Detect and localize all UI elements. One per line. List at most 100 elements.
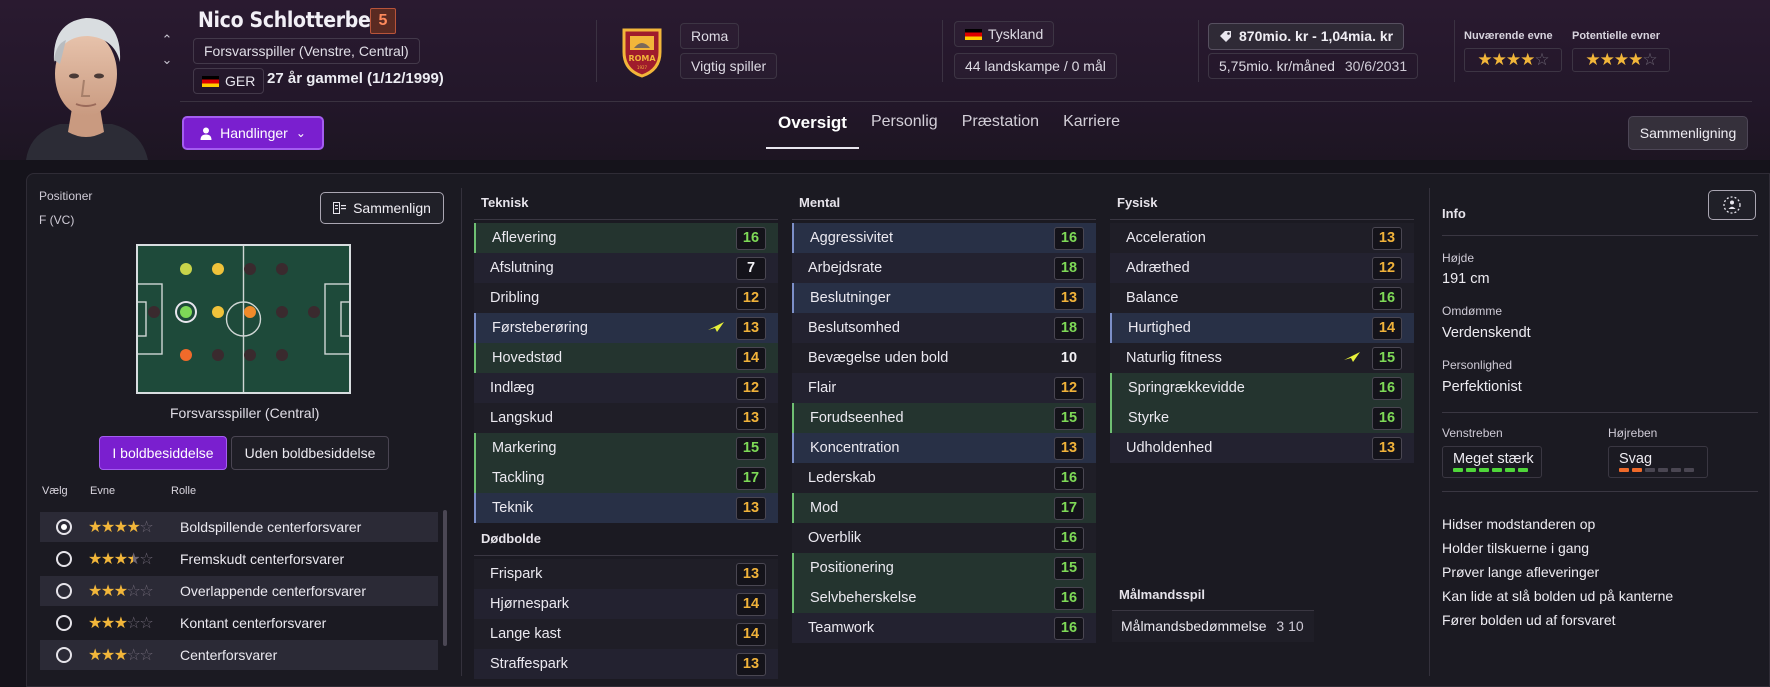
attribute-row[interactable]: Mod 17 bbox=[792, 493, 1096, 523]
attribute-row[interactable]: Tackling 17 bbox=[474, 463, 778, 493]
divider bbox=[942, 20, 943, 82]
attribute-row[interactable]: Flair 12 bbox=[792, 373, 1096, 403]
tab-performance[interactable]: Præstation bbox=[950, 110, 1051, 149]
attribute-row[interactable]: Straffespark 13 bbox=[474, 649, 778, 679]
role-radio[interactable] bbox=[56, 551, 72, 567]
club-crest-icon[interactable]: ROMA 1927 bbox=[620, 26, 664, 78]
role-row[interactable]: ★★★☆☆ Kontant centerforsvarer bbox=[40, 608, 438, 638]
pitch-position-dot[interactable] bbox=[244, 349, 256, 361]
attribute-row[interactable]: Springrækkevidde 16 bbox=[1110, 373, 1414, 403]
position-pitch[interactable] bbox=[136, 244, 351, 394]
squad-status-chip: Vigtig spiller bbox=[680, 53, 778, 79]
right-foot-chip: Svag bbox=[1608, 446, 1708, 478]
pitch-position-dot[interactable] bbox=[276, 263, 288, 275]
attribute-name: Koncentration bbox=[810, 440, 900, 456]
pitch-position-dot[interactable] bbox=[244, 263, 256, 275]
transfer-value-chip[interactable]: 870mio. kr - 1,04mia. kr bbox=[1208, 23, 1405, 50]
pitch-position-dot[interactable] bbox=[180, 349, 192, 361]
trend-up-icon bbox=[708, 322, 724, 332]
star-full-icon: ★ bbox=[1628, 50, 1643, 69]
star-full-icon: ★ bbox=[113, 519, 128, 536]
attribute-row[interactable]: Markering 15 bbox=[474, 433, 778, 463]
attribute-row[interactable]: Indlæg 12 bbox=[474, 373, 778, 403]
attribute-value: 14 bbox=[736, 622, 766, 646]
pitch-position-dot[interactable] bbox=[308, 306, 320, 318]
attribute-row[interactable]: Teamwork 16 bbox=[792, 613, 1096, 643]
attribute-row[interactable]: Førsteberøring 13 bbox=[474, 313, 778, 343]
scrollbar[interactable] bbox=[443, 510, 447, 646]
tab-bar: Oversigt Personlig Præstation Karriere bbox=[766, 110, 1132, 149]
pitch-position-dot[interactable] bbox=[148, 306, 160, 318]
country-chip[interactable]: Tyskland bbox=[954, 21, 1055, 47]
star-full-icon: ★ bbox=[88, 647, 102, 664]
pitch-position-dot[interactable] bbox=[276, 349, 288, 361]
attribute-row[interactable]: Naturlig fitness 15 bbox=[1110, 343, 1414, 373]
club-name-chip[interactable]: Roma bbox=[680, 23, 740, 49]
role-radio[interactable] bbox=[56, 615, 72, 631]
pitch-position-dot[interactable] bbox=[180, 263, 192, 275]
attribute-row[interactable]: Hurtighed 14 bbox=[1110, 313, 1414, 343]
role-row[interactable]: ★★★★☆ Boldspillende centerforsvarer bbox=[40, 512, 438, 542]
chevron-down-icon[interactable]: ⌄ bbox=[158, 50, 176, 70]
attribute-row[interactable]: Udholdenhed 13 bbox=[1110, 433, 1414, 463]
role-radio[interactable] bbox=[56, 583, 72, 599]
attribute-row[interactable]: Lange kast 14 bbox=[474, 619, 778, 649]
attribute-row[interactable]: Aflevering 16 bbox=[474, 223, 778, 253]
attribute-row[interactable]: Beslutsomhed 18 bbox=[792, 313, 1096, 343]
attribute-row[interactable]: Hjørnespark 14 bbox=[474, 589, 778, 619]
attribute-row[interactable]: Balance 16 bbox=[1110, 283, 1414, 313]
pitch-position-dot[interactable] bbox=[212, 349, 224, 361]
chevron-up-icon[interactable]: ⌃ bbox=[158, 30, 176, 50]
in-possession-toggle[interactable]: I boldbesiddelse bbox=[99, 436, 227, 470]
attribute-row[interactable]: Dribling 12 bbox=[474, 283, 778, 313]
attribute-row[interactable]: Acceleration 13 bbox=[1110, 223, 1414, 253]
role-row[interactable]: ★★★☆☆ Overlappende centerforsvarer bbox=[40, 576, 438, 606]
attribute-value: 14 bbox=[736, 346, 766, 370]
attribute-row[interactable]: Teknik 13 bbox=[474, 493, 778, 523]
attribute-value: 14 bbox=[1372, 316, 1402, 340]
pitch-position-dot[interactable] bbox=[180, 306, 192, 318]
attribute-row[interactable]: Hovedstød 14 bbox=[474, 343, 778, 373]
attribute-row[interactable]: Overblik 16 bbox=[792, 523, 1096, 553]
attribute-row[interactable]: Selvbeherskelse 16 bbox=[792, 583, 1096, 613]
tab-overview[interactable]: Oversigt bbox=[766, 110, 859, 149]
attribute-row[interactable]: Koncentration 13 bbox=[792, 433, 1096, 463]
out-of-possession-toggle[interactable]: Uden boldbesiddelse bbox=[231, 436, 389, 470]
role-radio[interactable] bbox=[56, 519, 72, 535]
attribute-row[interactable]: Afslutning 7 bbox=[474, 253, 778, 283]
attribute-row[interactable]: Lederskab 16 bbox=[792, 463, 1096, 493]
role-row[interactable]: ★★★★☆ Fremskudt centerforsvarer bbox=[40, 544, 438, 574]
attribute-row[interactable]: Adræthed 12 bbox=[1110, 253, 1414, 283]
attribute-name: Positionering bbox=[810, 560, 894, 576]
attribute-name: Markering bbox=[492, 440, 557, 456]
star-empty-icon: ☆ bbox=[126, 647, 141, 664]
star-full-icon: ★ bbox=[126, 519, 141, 536]
compare-positions-button[interactable]: Sammenlign bbox=[320, 192, 444, 224]
attribute-name: Teamwork bbox=[808, 620, 875, 636]
attribute-row[interactable]: Arbejdsrate 18 bbox=[792, 253, 1096, 283]
personality-button[interactable] bbox=[1708, 190, 1756, 220]
pitch-position-dot[interactable] bbox=[244, 306, 256, 318]
tab-career[interactable]: Karriere bbox=[1051, 110, 1132, 149]
pitch-position-dot[interactable] bbox=[212, 306, 224, 318]
comparison-button[interactable]: Sammenligning bbox=[1628, 116, 1748, 150]
attribute-row[interactable]: Aggressivitet 16 bbox=[792, 223, 1096, 253]
star-full-icon: ★ bbox=[100, 519, 115, 536]
divider bbox=[1429, 188, 1430, 676]
attribute-row[interactable]: Beslutninger 13 bbox=[792, 283, 1096, 313]
attribute-name: Overblik bbox=[808, 530, 862, 546]
divider bbox=[1442, 491, 1758, 492]
role-stars: ★★★★☆ bbox=[88, 517, 174, 537]
role-row[interactable]: ★★★☆☆ Centerforsvarer bbox=[40, 640, 438, 670]
pitch-position-dot[interactable] bbox=[212, 263, 224, 275]
attribute-row[interactable]: Forudseenhed 15 bbox=[792, 403, 1096, 433]
pitch-position-dot[interactable] bbox=[276, 306, 288, 318]
attribute-row[interactable]: Styrke 16 bbox=[1110, 403, 1414, 433]
attribute-row[interactable]: Bevægelse uden bold 10 bbox=[792, 343, 1096, 373]
attribute-row[interactable]: Langskud 13 bbox=[474, 403, 778, 433]
tab-personal[interactable]: Personlig bbox=[859, 110, 950, 149]
attribute-row[interactable]: Frispark 13 bbox=[474, 559, 778, 589]
role-radio[interactable] bbox=[56, 647, 72, 663]
attribute-row[interactable]: Positionering 15 bbox=[792, 553, 1096, 583]
actions-button[interactable]: Handlinger ⌄ bbox=[182, 116, 324, 150]
